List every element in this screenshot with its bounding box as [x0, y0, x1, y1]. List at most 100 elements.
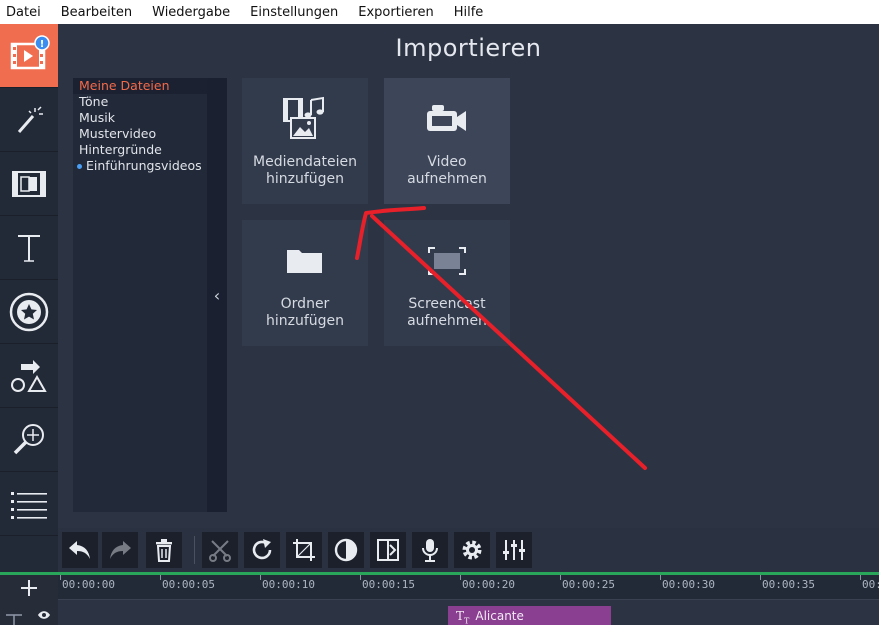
import-media-icon: ! [10, 34, 50, 69]
tile-label: Mediendateien [253, 154, 357, 170]
ruler-tick [260, 575, 261, 580]
timeline-ruler[interactable]: 00:00:00 00:00:05 00:00:10 00:00:15 00:0… [58, 575, 879, 600]
zoom-pan-icon [13, 423, 44, 454]
category-item-mustervideo[interactable]: Mustervideo [73, 126, 207, 142]
rotate-icon [252, 539, 272, 560]
rail-zoom-button[interactable] [0, 408, 58, 472]
microphone-icon [422, 539, 438, 562]
more-list-icon [11, 491, 47, 519]
record-video-tile[interactable]: Video aufnehmen [384, 78, 510, 204]
tool-rail: ! [0, 24, 58, 625]
ruler-tick [660, 575, 661, 580]
rail-import-button[interactable]: ! [0, 24, 58, 88]
delete-button[interactable] [146, 532, 182, 568]
rail-stickers-button[interactable] [0, 280, 58, 344]
menu-bar: Datei Bearbeiten Wiedergabe Einstellunge… [0, 0, 879, 24]
text-clip-icon: TT [456, 609, 470, 625]
undo-button[interactable] [62, 532, 98, 568]
tile-label: aufnehmen [407, 313, 487, 329]
rail-transitions-button[interactable] [0, 152, 58, 216]
category-item-einfuehrungsvideos[interactable]: Einführungsvideos [73, 158, 207, 174]
screencast-icon [428, 247, 466, 275]
timestamp-label: 00:00:00 [62, 578, 115, 591]
record-audio-button[interactable] [412, 532, 448, 568]
video-camera-icon [427, 105, 466, 131]
title-track-header [0, 600, 58, 625]
menu-einstellungen[interactable]: Einstellungen [250, 5, 338, 20]
timestamp-label: 00:00:15 [362, 578, 415, 591]
timeline-clip-title[interactable]: TT Alicante [448, 606, 611, 625]
ruler-tick [860, 575, 861, 580]
menu-datei[interactable]: Datei [6, 5, 41, 20]
color-adjust-button[interactable] [328, 532, 364, 568]
timestamp-label: 00:00:30 [662, 578, 715, 591]
rail-filters-button[interactable] [0, 88, 58, 152]
ruler-tick [560, 575, 561, 580]
page-title: Importieren [395, 34, 542, 62]
menu-hilfe[interactable]: Hilfe [454, 5, 484, 20]
collapse-panel-button[interactable]: ‹ [207, 78, 227, 512]
category-list: Meine Dateien Töne Musik Mustervideo Hin… [73, 78, 207, 512]
undo-icon [69, 541, 90, 559]
add-track-button[interactable] [0, 575, 58, 600]
category-item-musik[interactable]: Musik [73, 110, 207, 126]
timestamp-label: 00:00:25 [562, 578, 615, 591]
toolbar-divider [194, 536, 195, 564]
eye-icon[interactable] [37, 610, 51, 620]
tile-label: hinzufügen [265, 171, 345, 187]
cut-button[interactable] [202, 532, 238, 568]
clip-settings-button[interactable] [454, 532, 490, 568]
rail-callouts-button[interactable] [0, 344, 58, 408]
text-titles-icon [18, 234, 40, 262]
tile-label: aufnehmen [407, 171, 487, 187]
new-dot-icon [77, 164, 82, 169]
settings-icon [462, 540, 482, 560]
edit-toolbar [58, 528, 879, 572]
timestamp-label: 00:00:05 [162, 578, 215, 591]
magic-wand-icon [17, 105, 43, 133]
menu-wiedergabe[interactable]: Wiedergabe [152, 5, 230, 20]
tile-label: Video [427, 154, 467, 170]
transition-button[interactable] [370, 532, 406, 568]
record-screencast-tile[interactable]: Screencast aufnehmen [384, 220, 510, 346]
tile-label: Screencast [408, 296, 486, 312]
crop-icon [293, 539, 315, 561]
audio-mixer-button[interactable] [496, 532, 532, 568]
svg-text:!: ! [40, 39, 45, 50]
rail-more-button[interactable] [0, 472, 58, 536]
delete-icon [156, 539, 172, 562]
category-panel: Meine Dateien Töne Musik Mustervideo Hin… [73, 78, 227, 512]
transition-icon [377, 539, 399, 561]
rail-titles-button[interactable] [0, 216, 58, 280]
category-item-label: Einführungsvideos [86, 158, 202, 173]
crop-button[interactable] [286, 532, 322, 568]
shapes-callouts-icon [11, 359, 47, 392]
ruler-tick [160, 575, 161, 580]
clip-label: Alicante [475, 609, 524, 623]
ruler-tick [460, 575, 461, 580]
plus-icon [21, 579, 37, 596]
category-item-meine-dateien[interactable]: Meine Dateien [73, 78, 207, 94]
filmstrip-transition-icon [12, 170, 46, 197]
timestamp-label: 00: [862, 578, 879, 591]
rotate-button[interactable] [244, 532, 280, 568]
add-folder-tile[interactable]: Ordner hinzufügen [242, 220, 368, 346]
redo-button[interactable] [102, 532, 138, 568]
cut-icon [209, 540, 231, 562]
redo-icon [110, 541, 131, 559]
category-item-toene[interactable]: Töne [73, 94, 207, 110]
color-adjust-icon [334, 538, 358, 562]
category-item-hintergruende[interactable]: Hintergründe [73, 142, 207, 158]
media-files-icon [283, 96, 324, 139]
menu-bearbeiten[interactable]: Bearbeiten [61, 5, 132, 20]
timestamp-label: 00:00:35 [762, 578, 815, 591]
timestamp-label: 00:00:20 [462, 578, 515, 591]
sticker-star-icon [9, 292, 49, 331]
timestamp-label: 00:00:10 [262, 578, 315, 591]
tile-label: Ordner [280, 296, 330, 312]
tile-label: hinzufügen [265, 313, 345, 329]
menu-exportieren[interactable]: Exportieren [358, 5, 433, 20]
equalizer-icon [503, 540, 525, 560]
add-media-files-tile[interactable]: Mediendateien hinzufügen [242, 78, 368, 204]
ruler-tick [760, 575, 761, 580]
